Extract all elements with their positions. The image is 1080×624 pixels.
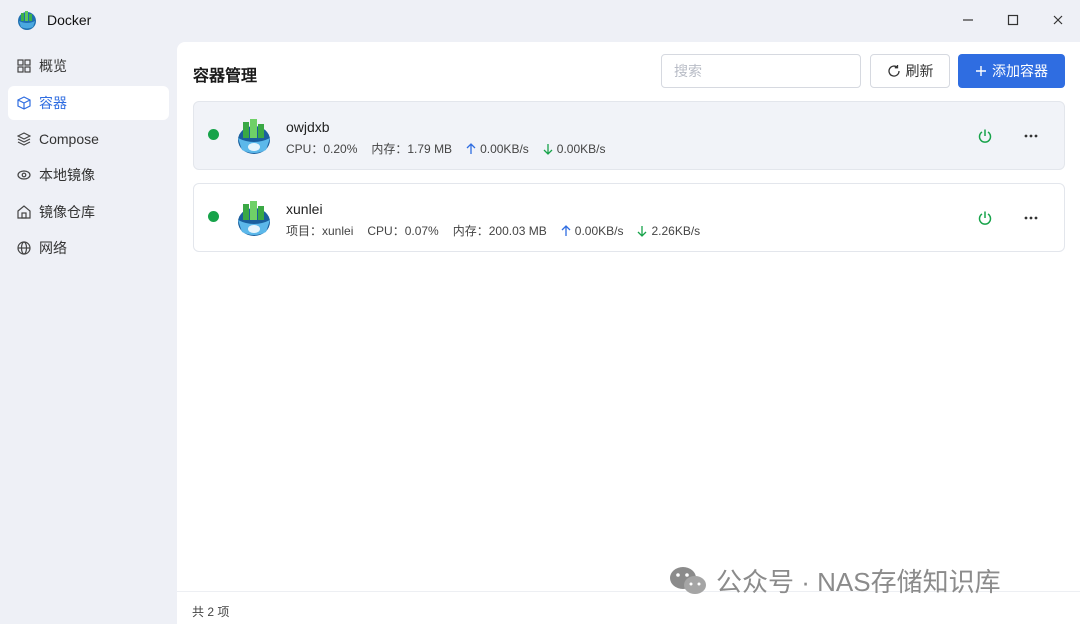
power-button[interactable] [974,125,996,147]
sidebar-item-local-images[interactable]: 本地镜像 [8,158,169,192]
ellipsis-icon [1024,216,1038,220]
arrow-up-icon [561,224,571,237]
project-name: 项目：xunlei [286,224,354,238]
upload-rate: 0.00KB/s [574,223,624,238]
close-button[interactable] [1043,6,1073,34]
globe-icon [16,240,32,256]
download-rate: 0.00KB/s [556,141,606,156]
sidebar-item-label: 网络 [39,240,67,256]
cube-icon [16,95,32,111]
container-name: xunlei [286,201,323,217]
sidebar-item-label: 镜像仓库 [39,204,95,220]
arrow-up-icon [466,142,476,155]
main-panel: 容器管理 刷新 添加容器 owjdxb CPU：0.20% 内存：1.79 MB… [177,42,1080,624]
sidebar-item-containers[interactable]: 容器 [8,86,169,120]
download-rate: 2.26KB/s [651,223,701,238]
running-status-dot [208,211,219,222]
grid-icon [16,58,32,74]
cpu-usage: CPU：0.20% [286,142,358,156]
memory-usage: 内存：1.79 MB [371,142,453,156]
container-name: owjdxb [286,119,330,135]
power-button[interactable] [974,207,996,229]
eye-icon [16,167,32,183]
house-icon [16,204,32,220]
container-card-xunlei[interactable]: xunlei 项目：xunlei CPU：0.07% 内存：200.03 MB … [193,183,1065,252]
watermark-text: 公众号 · NAS存储知识库 [716,567,1001,597]
window-title: Docker [47,12,92,28]
more-options-button[interactable] [1020,207,1042,229]
sidebar-item-label: Compose [39,131,99,147]
memory-usage: 内存：200.03 MB [452,224,547,238]
add-container-button[interactable]: 添加容器 [958,54,1065,88]
minimize-icon [963,19,973,21]
arrow-down-icon [543,143,553,155]
cpu-usage: CPU：0.07% [367,224,439,238]
page-title: 容器管理 [193,68,258,85]
sidebar-item-label: 容器 [39,95,67,111]
sidebar-item-compose[interactable]: Compose [8,122,169,156]
plus-icon [976,66,986,76]
sidebar-item-label: 本地镜像 [39,167,95,183]
minimize-button[interactable] [953,6,983,34]
container-card-owjdxb[interactable]: owjdxb CPU：0.20% 内存：1.79 MB 0.00KB/s 0.0… [193,101,1065,170]
sidebar-item-label: 概览 [39,58,67,74]
refresh-icon [887,65,900,77]
container-stats: CPU：0.20% 内存：1.79 MB 0.00KB/s 0.00KB/s [286,140,619,157]
sidebar-item-overview[interactable]: 概览 [8,49,169,83]
item-count: 共 2 项 [192,605,230,619]
search-input[interactable] [661,54,861,88]
maximize-button[interactable] [998,6,1028,34]
ellipsis-icon [1024,134,1038,138]
close-icon [1053,15,1063,25]
power-icon [978,211,992,225]
arrow-down-icon [637,225,647,237]
refresh-label: 刷新 [905,63,934,79]
watermark: 公众号 · NAS存储知识库 [668,562,1001,599]
container-app-icon [238,201,270,236]
wechat-icon [670,566,706,594]
power-icon [978,129,992,143]
title-bar: Docker [0,0,1080,40]
maximize-icon [1007,14,1019,26]
docker-logo-icon [18,11,36,30]
refresh-button[interactable]: 刷新 [870,54,950,88]
more-options-button[interactable] [1020,125,1042,147]
add-container-label: 添加容器 [992,63,1048,79]
container-app-icon [238,119,270,154]
container-stats: 项目：xunlei CPU：0.07% 内存：200.03 MB 0.00KB/… [286,222,714,239]
upload-rate: 0.00KB/s [480,141,529,156]
running-status-dot [208,129,219,140]
layers-icon [16,131,32,147]
sidebar-item-registry[interactable]: 镜像仓库 [8,195,169,229]
sidebar-item-network[interactable]: 网络 [8,231,169,265]
